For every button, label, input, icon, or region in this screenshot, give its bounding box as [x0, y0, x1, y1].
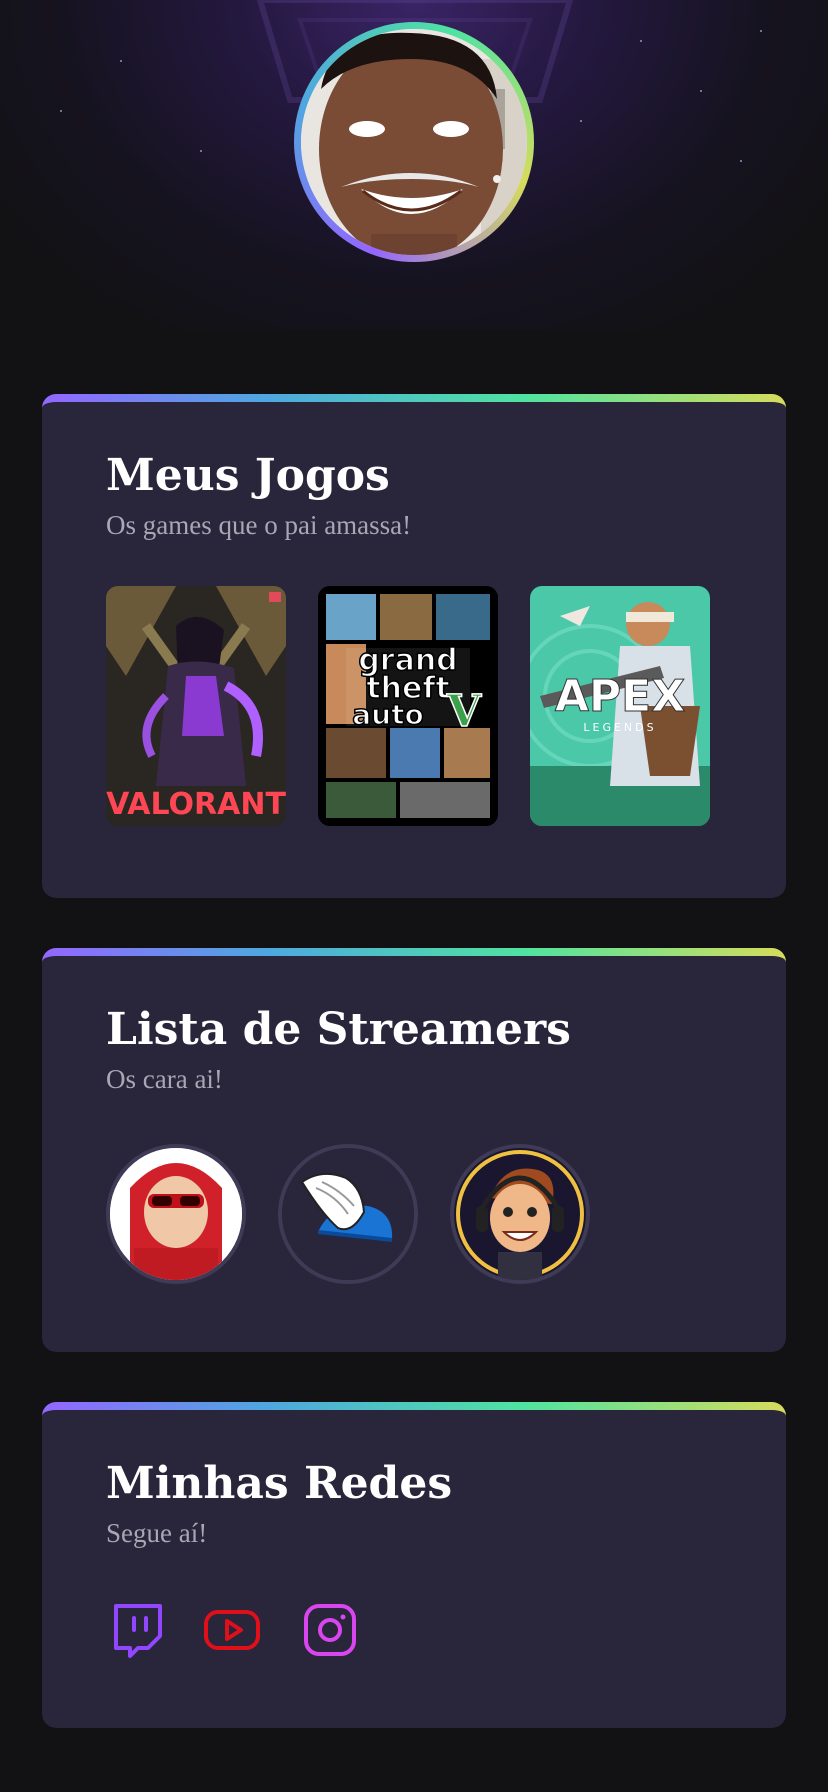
games-card: Meus Jogos Os games que o pai amassa! VA… — [42, 394, 786, 898]
hero-banner — [0, 0, 828, 330]
streamers-title: Lista de Streamers — [106, 1004, 571, 1055]
valorant-logo-text: VALORANT — [106, 787, 286, 822]
games-subtitle: Os games que o pai amassa! — [106, 510, 412, 540]
games-title: Meus Jogos — [106, 450, 390, 501]
socials-card: Minhas Redes Segue aí! — [42, 1402, 786, 1728]
svg-text:V: V — [446, 686, 482, 737]
streamers-card: Lista de Streamers Os cara ai! — [42, 948, 786, 1352]
apex-logo-subtext: LEGENDS — [583, 721, 656, 734]
apex-logo-text: APEX — [555, 671, 685, 722]
game-card-apex-legends[interactable]: APEX LEGENDS — [530, 586, 710, 826]
socials-title: Minhas Redes — [106, 1458, 453, 1509]
game-card-gta-v[interactable]: grand theft auto V — [318, 586, 498, 826]
streamer-avatar-1[interactable] — [106, 1144, 246, 1284]
instagram-icon[interactable] — [302, 1602, 358, 1658]
game-card-valorant[interactable]: VALORANT — [106, 586, 286, 826]
youtube-icon[interactable] — [204, 1602, 260, 1658]
svg-text:auto: auto — [352, 698, 423, 731]
streamer-avatar-2[interactable] — [278, 1144, 418, 1284]
profile-avatar — [301, 29, 527, 255]
profile-avatar-ring — [294, 22, 534, 262]
streamer-avatar-3[interactable] — [450, 1144, 590, 1284]
streamers-subtitle: Os cara ai! — [106, 1064, 223, 1094]
socials-subtitle: Segue aí! — [106, 1518, 208, 1548]
twitch-icon[interactable] — [110, 1602, 166, 1658]
